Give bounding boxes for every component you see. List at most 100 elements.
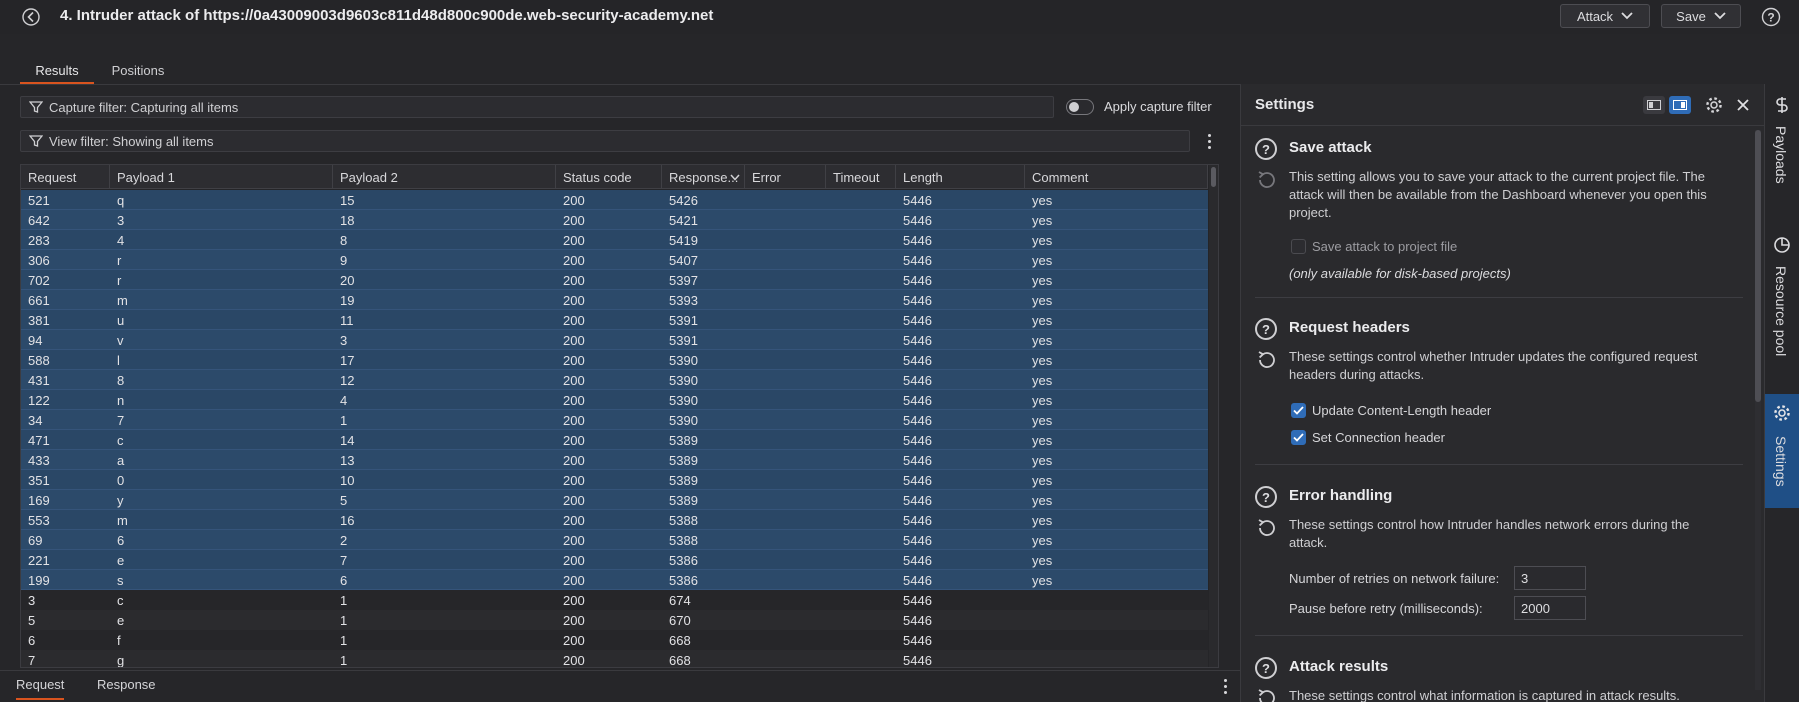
cell-length: 5446 xyxy=(903,293,932,308)
table-row[interactable]: 351 0 10 200 5389 5446 yes xyxy=(21,470,1208,490)
restore-defaults-icon[interactable] xyxy=(1255,686,1279,702)
table-row[interactable]: 553 m 16 200 5388 5446 yes xyxy=(21,510,1208,530)
table-row[interactable]: 588 l 17 200 5390 5446 yes xyxy=(21,350,1208,370)
rail-resource-pool[interactable]: Resource pool xyxy=(1765,230,1799,356)
editor-options-icon[interactable] xyxy=(1218,676,1232,696)
top-bar: 4. Intruder attack of https://0a43009003… xyxy=(0,0,1799,34)
cell-request: 702 xyxy=(28,273,50,288)
help-icon[interactable]: ? xyxy=(1255,657,1277,679)
column-header-comment[interactable]: Comment xyxy=(1025,165,1208,189)
column-header-payload-2[interactable]: Payload 2 xyxy=(333,165,556,189)
table-options-icon[interactable] xyxy=(1202,131,1216,151)
cell-request: 381 xyxy=(28,313,50,328)
cell-response-received: 5389 xyxy=(669,493,698,508)
restore-defaults-icon[interactable] xyxy=(1255,168,1279,192)
cell-request: 199 xyxy=(28,573,50,588)
table-row[interactable]: 169 y 5 200 5389 5446 yes xyxy=(21,490,1208,510)
table-row[interactable]: 3 c 1 200 674 5446 xyxy=(21,590,1208,610)
table-row[interactable]: 122 n 4 200 5390 5446 yes xyxy=(21,390,1208,410)
rail-settings-label: Settings xyxy=(1773,436,1789,487)
table-row[interactable]: 283 4 8 200 5419 5446 yes xyxy=(21,230,1208,250)
cell-status-code: 200 xyxy=(563,313,585,328)
rail-settings[interactable]: Settings xyxy=(1765,394,1799,508)
settings-title: Settings xyxy=(1255,96,1315,113)
column-header-response-received[interactable]: Response... xyxy=(662,165,745,189)
help-icon[interactable]: ? xyxy=(1760,6,1782,28)
table-row[interactable]: 431 8 12 200 5390 5446 yes xyxy=(21,370,1208,390)
capture-filter-bar[interactable]: Capture filter: Capturing all items xyxy=(20,96,1054,118)
check-icon xyxy=(1293,406,1304,415)
tab-results[interactable]: Results xyxy=(20,56,94,84)
restore-defaults-icon[interactable] xyxy=(1255,348,1279,372)
retries-input[interactable] xyxy=(1514,566,1586,590)
cell-request: 642 xyxy=(28,213,50,228)
tab-response[interactable]: Response xyxy=(97,677,156,692)
set-connection-checkbox[interactable] xyxy=(1291,430,1306,445)
table-row[interactable]: 221 e 7 200 5386 5446 yes xyxy=(21,550,1208,570)
close-icon[interactable] xyxy=(1732,94,1754,116)
table-row[interactable]: 5 e 1 200 670 5446 xyxy=(21,610,1208,630)
restore-defaults-icon[interactable] xyxy=(1255,516,1279,540)
table-row[interactable]: 471 c 14 200 5389 5446 yes xyxy=(21,430,1208,450)
cell-response-received: 5390 xyxy=(669,393,698,408)
view-filter-bar[interactable]: View filter: Showing all items xyxy=(20,130,1190,152)
table-row[interactable]: 69 6 2 200 5388 5446 yes xyxy=(21,530,1208,550)
layout-horizontal-icon[interactable] xyxy=(1643,96,1665,114)
column-header-timeout[interactable]: Timeout xyxy=(826,165,896,189)
cell-comment: yes xyxy=(1032,213,1053,228)
table-row[interactable]: 642 3 18 200 5421 5446 yes xyxy=(21,210,1208,230)
cell-payload-1: 8 xyxy=(117,373,125,388)
column-header-request[interactable]: Request xyxy=(21,165,110,189)
column-header-status-code[interactable]: Status code xyxy=(556,165,662,189)
cell-payload-1: u xyxy=(117,313,125,328)
tab-positions[interactable]: Positions xyxy=(104,56,172,84)
cell-length: 5446 xyxy=(903,573,932,588)
table-row[interactable]: 381 u 11 200 5391 5446 yes xyxy=(21,310,1208,330)
table-row[interactable]: 34 7 1 200 5390 5446 yes xyxy=(21,410,1208,430)
table-row[interactable]: 702 r 20 200 5397 5446 yes xyxy=(21,270,1208,290)
cell-payload-2: 2 xyxy=(340,533,348,548)
back-arrow-icon[interactable] xyxy=(18,4,44,30)
table-row[interactable]: 7 g 1 200 668 5446 xyxy=(21,650,1208,667)
cell-status-code: 200 xyxy=(563,593,585,608)
column-header-length[interactable]: Length xyxy=(896,165,1025,189)
update-content-length-checkbox[interactable] xyxy=(1291,403,1306,418)
cell-request: 351 xyxy=(28,473,50,488)
gear-icon[interactable] xyxy=(1703,94,1725,116)
tab-request[interactable]: Request xyxy=(16,677,65,700)
cell-comment: yes xyxy=(1032,233,1053,248)
save-attack-checkbox-label: Save attack to project file xyxy=(1312,239,1458,254)
table-scrollbar[interactable] xyxy=(1209,165,1218,667)
set-connection-row[interactable]: Set Connection header xyxy=(1291,430,1445,445)
table-row[interactable]: 433 a 13 200 5389 5446 yes xyxy=(21,450,1208,470)
layout-vertical-icon[interactable] xyxy=(1669,96,1691,114)
table-row[interactable]: 94 v 3 200 5391 5446 yes xyxy=(21,330,1208,350)
table-row[interactable]: 6 f 1 200 668 5446 xyxy=(21,630,1208,650)
table-scrollbar-thumb[interactable] xyxy=(1211,167,1216,187)
cell-length: 5446 xyxy=(903,533,932,548)
help-icon[interactable]: ? xyxy=(1255,138,1277,160)
settings-scrollbar-thumb[interactable] xyxy=(1755,130,1761,402)
cell-status-code: 200 xyxy=(563,233,585,248)
column-header-payload-1[interactable]: Payload 1 xyxy=(110,165,333,189)
save-attack-checkbox-row[interactable]: Save attack to project file xyxy=(1291,239,1457,254)
table-row[interactable]: 199 s 6 200 5386 5446 yes xyxy=(21,570,1208,590)
save-menu-button[interactable]: Save xyxy=(1661,4,1741,28)
cell-payload-2: 1 xyxy=(340,593,348,608)
table-row[interactable]: 521 q 15 200 5426 5446 yes xyxy=(21,190,1208,210)
pause-input[interactable] xyxy=(1514,596,1586,620)
save-attack-checkbox[interactable] xyxy=(1291,239,1306,254)
help-icon[interactable]: ? xyxy=(1255,486,1277,508)
help-icon[interactable]: ? xyxy=(1255,318,1277,340)
column-header-error[interactable]: Error xyxy=(745,165,826,189)
table-row[interactable]: 306 r 9 200 5407 5446 yes xyxy=(21,250,1208,270)
rail-payloads[interactable]: Payloads xyxy=(1765,84,1799,196)
attack-menu-button[interactable]: Attack xyxy=(1560,4,1650,28)
cell-request: 169 xyxy=(28,493,50,508)
apply-capture-filter-toggle[interactable] xyxy=(1066,99,1094,115)
update-content-length-row[interactable]: Update Content-Length header xyxy=(1291,403,1491,418)
table-row[interactable]: 661 m 19 200 5393 5446 yes xyxy=(21,290,1208,310)
cell-status-code: 200 xyxy=(563,553,585,568)
cell-response-received: 5390 xyxy=(669,373,698,388)
settings-scrollbar[interactable] xyxy=(1755,130,1761,690)
